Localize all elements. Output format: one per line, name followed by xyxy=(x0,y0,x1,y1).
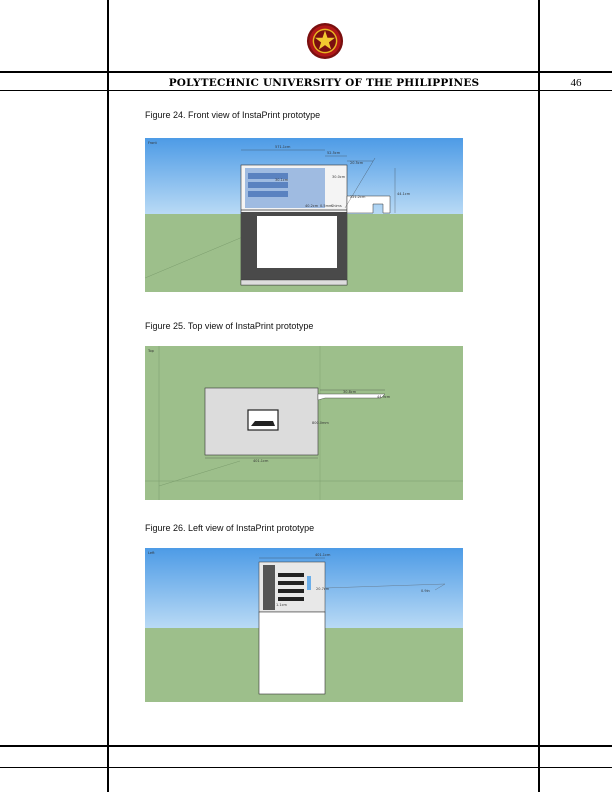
view-label: Top xyxy=(147,349,155,353)
dim-label: 800.0mm xyxy=(312,421,329,425)
dim-label: 571.1cm xyxy=(275,145,291,149)
header-bottom-rule xyxy=(0,90,612,91)
figure-24-caption: Figure 24. Front view of InstaPrint prot… xyxy=(145,110,321,120)
figure-25-top-view: Top 30.8cm 44.9cm 800.0mm 401.1cm xyxy=(145,346,463,500)
page-number: 46 xyxy=(570,77,582,89)
figure-25-caption: Figure 25. Top view of InstaPrint protot… xyxy=(145,321,314,331)
left-margin-line xyxy=(107,0,109,792)
right-margin-line xyxy=(538,0,540,792)
dim-label: 221.2cm xyxy=(350,195,366,199)
dim-label: 0.9in xyxy=(421,589,430,593)
university-seal-icon xyxy=(306,22,344,60)
footer-bottom-rule xyxy=(0,767,612,768)
dim-label: 20.7cm xyxy=(316,587,330,591)
figure-26-caption: Figure 26. Left view of InstaPrint proto… xyxy=(145,523,315,533)
dim-label: 401.1cm xyxy=(253,459,269,463)
dim-label: 20.5cm xyxy=(350,161,364,165)
figure-24-front-view: Front 571.1cm 52.5cm 20.5cm 30.0cm 30.1c… xyxy=(145,138,463,292)
dim-label: 30.1cm xyxy=(275,178,289,182)
university-name: POLYTECHNIC UNIVERSITY OF THE PHILIPPINE… xyxy=(168,77,480,89)
footer-top-rule xyxy=(0,745,612,747)
view-label: Front xyxy=(148,141,157,145)
dim-label: 30.8cm xyxy=(343,390,357,394)
figure-26-left-view: Left 401.1cm 20.7cm 0.9in 1.1cm xyxy=(145,548,463,702)
dim-label: 52.5cm xyxy=(327,151,341,155)
dim-label: 40.2cm xyxy=(305,204,319,208)
view-label: Left xyxy=(148,551,155,555)
dim-label: 1.1cm xyxy=(276,603,287,607)
dim-label: 401.1cm xyxy=(315,553,331,557)
dim-label: 44.1cm xyxy=(397,192,411,196)
dim-label: Shims xyxy=(331,204,342,208)
header-top-rule xyxy=(0,71,612,73)
dim-label: 30.0cm xyxy=(332,175,346,179)
dim-label: 44.9cm xyxy=(377,395,391,399)
